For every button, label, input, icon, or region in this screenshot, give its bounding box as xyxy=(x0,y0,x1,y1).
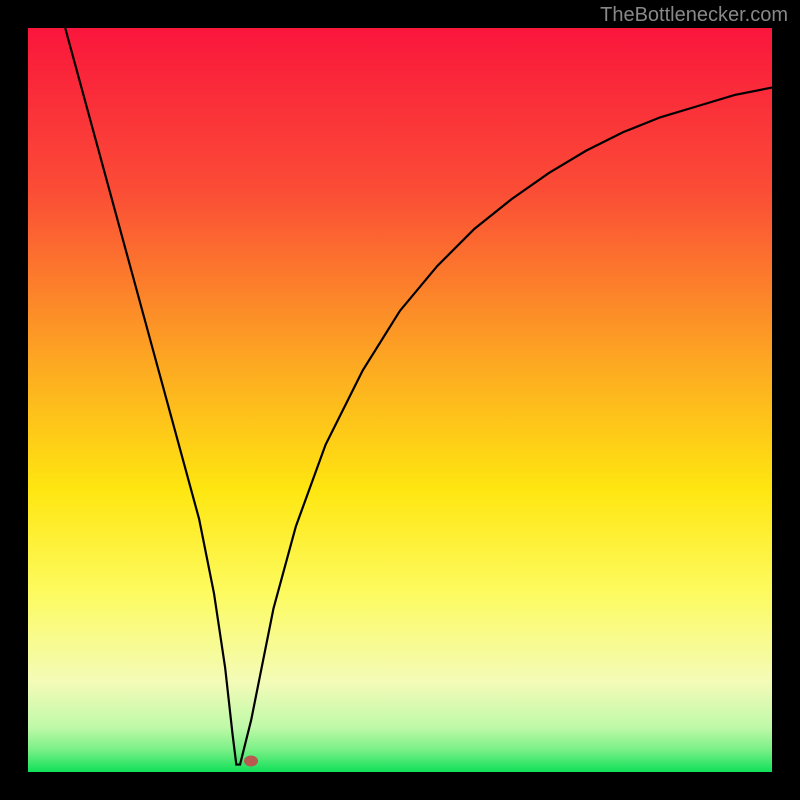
plot-area xyxy=(28,28,772,772)
optimal-marker xyxy=(244,755,258,766)
bottleneck-curve xyxy=(65,28,772,765)
curve-layer xyxy=(28,28,772,772)
watermark-text: TheBottlenecker.com xyxy=(600,4,788,27)
